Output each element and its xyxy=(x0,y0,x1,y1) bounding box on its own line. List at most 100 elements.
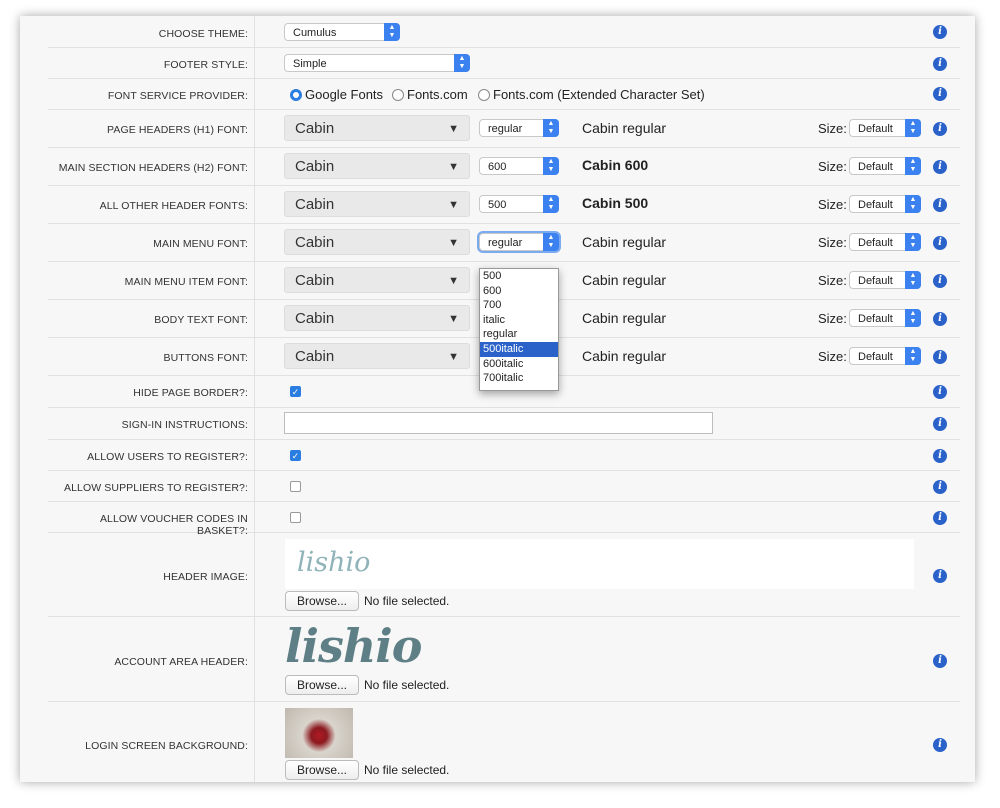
weight-option[interactable]: 700italic xyxy=(480,371,558,386)
info-icon[interactable]: i xyxy=(933,449,947,463)
info-icon[interactable]: i xyxy=(933,312,947,326)
theme-select[interactable]: Cumulus ▲ ▼ xyxy=(284,23,400,41)
h1-size-label: Size: xyxy=(818,121,847,136)
h1-size-select[interactable]: Default ▲ ▼ xyxy=(849,119,921,137)
account-header-preview: lishio xyxy=(285,619,422,677)
info-icon[interactable]: i xyxy=(933,236,947,250)
header-image-browse-button[interactable]: Browse... xyxy=(285,591,359,611)
info-icon[interactable]: i xyxy=(933,480,947,494)
radio-google-fonts[interactable] xyxy=(290,89,302,101)
weight-option[interactable]: 500 xyxy=(480,269,558,284)
info-icon[interactable]: i xyxy=(933,385,947,399)
buttons-font-select[interactable]: Cabin ▼ xyxy=(284,343,470,369)
other-header-size-select[interactable]: Default ▲ ▼ xyxy=(849,195,921,213)
radio-fonts-com-label: Fonts.com xyxy=(407,87,468,102)
h1-weight-select[interactable]: regular ▲ ▼ xyxy=(479,119,559,137)
info-icon[interactable]: i xyxy=(933,569,947,583)
select-arrows-icon: ▲ ▼ xyxy=(905,271,921,289)
divider xyxy=(254,262,255,299)
info-icon[interactable]: i xyxy=(933,122,947,136)
other-header-weight-select[interactable]: 500 ▲ ▼ xyxy=(479,195,559,213)
weight-option[interactable]: regular xyxy=(480,327,558,342)
divider xyxy=(254,502,255,532)
main-menu-size-label: Size: xyxy=(818,235,847,250)
footer-style-select[interactable]: Simple ▲ ▼ xyxy=(284,54,470,72)
body-text-size-select[interactable]: Default ▲ ▼ xyxy=(849,309,921,327)
header-logo: lishio xyxy=(297,547,371,578)
weight-option[interactable]: 600 xyxy=(480,284,558,299)
font-provider-label: FONT SERVICE PROVIDER: xyxy=(107,90,248,102)
account-header-browse-button[interactable]: Browse... xyxy=(285,675,359,695)
main-menu-font-value: Cabin xyxy=(295,234,335,251)
main-menu-weight-select[interactable]: regular ▲ ▼ xyxy=(479,233,559,251)
divider xyxy=(254,617,255,701)
divider xyxy=(254,79,255,109)
select-arrows-icon: ▲ ▼ xyxy=(905,309,921,327)
h2-size-value: Default xyxy=(858,161,893,173)
info-icon[interactable]: i xyxy=(933,417,947,431)
info-icon[interactable]: i xyxy=(933,160,947,174)
h1-font-select[interactable]: Cabin ▼ xyxy=(284,115,470,141)
dropdown-triangle-icon: ▼ xyxy=(448,237,459,249)
other-header-font-preview: Cabin 500 xyxy=(582,195,649,211)
row-font-provider: FONT SERVICE PROVIDER: Google Fonts Font… xyxy=(48,79,960,110)
weight-option-highlighted[interactable]: 500italic xyxy=(480,341,558,357)
buttons-font-preview: Cabin regular xyxy=(582,348,667,364)
weight-option[interactable]: italic xyxy=(480,313,558,328)
h2-font-select[interactable]: Cabin ▼ xyxy=(284,153,470,179)
weight-option[interactable]: 600italic xyxy=(480,357,558,372)
radio-fonts-com-extended[interactable] xyxy=(478,89,490,101)
hide-page-border-checkbox[interactable]: ✓ xyxy=(290,386,301,397)
info-icon[interactable]: i xyxy=(933,198,947,212)
body-text-font-select[interactable]: Cabin ▼ xyxy=(284,305,470,331)
h2-weight-select[interactable]: 600 ▲ ▼ xyxy=(479,157,559,175)
main-menu-size-value: Default xyxy=(858,237,893,249)
divider xyxy=(254,440,255,470)
divider xyxy=(254,408,255,439)
info-icon[interactable]: i xyxy=(933,57,947,71)
footer-style-label: FOOTER STYLE: xyxy=(163,59,248,71)
signin-instructions-input[interactable] xyxy=(284,412,713,434)
info-icon[interactable]: i xyxy=(933,654,947,668)
allow-users-register-checkbox[interactable]: ✓ xyxy=(290,450,301,461)
dropdown-triangle-icon: ▼ xyxy=(448,123,459,135)
allow-suppliers-register-checkbox[interactable] xyxy=(290,481,301,492)
other-header-font-select[interactable]: Cabin ▼ xyxy=(284,191,470,217)
radio-fonts-com[interactable] xyxy=(392,89,404,101)
h2-size-select[interactable]: Default ▲ ▼ xyxy=(849,157,921,175)
select-arrows-icon: ▲ ▼ xyxy=(543,157,559,175)
h2-weight-value: 600 xyxy=(488,161,507,173)
main-menu-size-select[interactable]: Default ▲ ▼ xyxy=(849,233,921,251)
info-icon[interactable]: i xyxy=(933,25,947,39)
divider xyxy=(254,16,255,47)
weight-dropdown-list[interactable]: 500 600 700 italic regular 500italic 600… xyxy=(479,268,559,391)
h2-font-value: Cabin xyxy=(295,158,335,175)
other-header-weight-value: 500 xyxy=(488,199,507,211)
allow-voucher-codes-checkbox[interactable] xyxy=(290,512,301,523)
buttons-size-select[interactable]: Default ▲ ▼ xyxy=(849,347,921,365)
weight-option[interactable]: 700 xyxy=(480,298,558,313)
buttons-font-value: Cabin xyxy=(295,348,335,365)
main-menu-font-preview: Cabin regular xyxy=(582,234,667,250)
info-icon[interactable]: i xyxy=(933,274,947,288)
info-icon[interactable]: i xyxy=(933,350,947,364)
body-text-font-label: BODY TEXT FONT: xyxy=(154,314,248,326)
login-background-browse-button[interactable]: Browse... xyxy=(285,760,359,780)
divider xyxy=(254,148,255,185)
main-menu-item-font-label: MAIN MENU ITEM FONT: xyxy=(124,276,248,288)
other-header-font-value: Cabin xyxy=(295,196,335,213)
divider xyxy=(254,48,255,78)
info-icon[interactable]: i xyxy=(933,87,947,101)
main-menu-item-font-select[interactable]: Cabin ▼ xyxy=(284,267,470,293)
dropdown-triangle-icon: ▼ xyxy=(448,199,459,211)
row-header-image: HEADER IMAGE: lishio Browse... No file s… xyxy=(48,533,960,617)
main-menu-font-select[interactable]: Cabin ▼ xyxy=(284,229,470,255)
main-menu-item-size-select[interactable]: Default ▲ ▼ xyxy=(849,271,921,289)
info-icon[interactable]: i xyxy=(933,738,947,752)
row-choose-theme: CHOOSE THEME: Cumulus ▲ ▼ i xyxy=(48,16,960,48)
account-header-file-status: No file selected. xyxy=(364,678,450,692)
dropdown-triangle-icon: ▼ xyxy=(448,351,459,363)
allow-suppliers-register-label: ALLOW SUPPLIERS TO REGISTER?: xyxy=(64,482,248,494)
select-arrows-icon: ▲ ▼ xyxy=(905,347,921,365)
info-icon[interactable]: i xyxy=(933,511,947,525)
